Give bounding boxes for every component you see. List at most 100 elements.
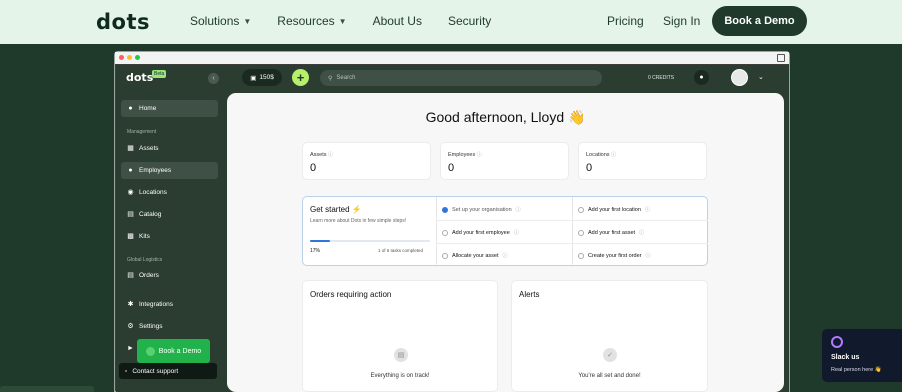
search-icon: ⚲ bbox=[328, 75, 333, 82]
catalog-icon: ▤ bbox=[127, 211, 134, 218]
beta-badge: Beta bbox=[152, 70, 167, 78]
wallet-icon: ▣ bbox=[250, 74, 257, 82]
site-nav: Solutions ▼ Resources ▼ About Us Security bbox=[190, 14, 491, 28]
sidebar-item-settings[interactable]: ⚙ Settings bbox=[121, 318, 218, 335]
stat-card-employees[interactable]: Employees ⓘ 0 bbox=[440, 142, 569, 180]
task-label: Add your first employee bbox=[452, 229, 510, 236]
sidebar-item-home[interactable]: ● Home bbox=[121, 100, 218, 117]
greeting-heading: Good afternoon, Lloyd 👋 bbox=[425, 109, 586, 125]
task-allocate-asset[interactable]: Allocate your asset ⓘ bbox=[442, 252, 507, 259]
sidebar-item-kits[interactable]: ▩ Kits bbox=[121, 228, 218, 245]
site-logo[interactable]: dots bbox=[96, 10, 150, 34]
chevron-down-icon[interactable]: ⌄ bbox=[758, 73, 764, 81]
get-started-title-text: Get started bbox=[310, 205, 350, 214]
slack-logo-icon bbox=[831, 336, 843, 348]
task-add-asset[interactable]: Add your first asset ⓘ bbox=[578, 229, 644, 236]
sidebar-item-integrations[interactable]: ✱ Integrations bbox=[121, 296, 218, 313]
progress-bar bbox=[310, 240, 430, 242]
gear-icon: ⚙ bbox=[127, 323, 134, 330]
check-done-icon bbox=[442, 206, 448, 213]
info-icon: ⓘ bbox=[328, 152, 334, 158]
book-demo-float-label: Book a Demo bbox=[158, 347, 202, 355]
progress-percent: 17% bbox=[310, 248, 321, 254]
search-placeholder: Search bbox=[336, 75, 356, 81]
slack-widget[interactable]: Slack us Real person here 👋 bbox=[822, 329, 902, 382]
check-empty-icon bbox=[442, 229, 448, 236]
home-icon: ● bbox=[128, 105, 133, 112]
stat-card-locations[interactable]: Locations ⓘ 0 bbox=[578, 142, 707, 180]
sidebar-item-employees[interactable]: ● Employees bbox=[121, 162, 218, 179]
sidebar-item-locations[interactable]: ◉ Locations bbox=[121, 184, 218, 201]
contact-support-label: Contact support bbox=[132, 367, 179, 375]
check-circle-icon: ✓ bbox=[603, 348, 617, 362]
task-label: Allocate your asset bbox=[452, 252, 499, 259]
sidebar-item-label: Settings bbox=[139, 323, 163, 330]
check-empty-icon bbox=[578, 229, 584, 236]
pricing-link[interactable]: Pricing bbox=[607, 14, 644, 28]
sidebar-item-label: Orders bbox=[139, 272, 159, 279]
avatar[interactable] bbox=[731, 69, 748, 86]
alerts-card: Alerts ✓ You're all set and done! bbox=[511, 280, 708, 392]
sign-in-link[interactable]: Sign In bbox=[663, 14, 700, 28]
divider bbox=[572, 197, 573, 267]
task-add-employee[interactable]: Add your first employee ⓘ bbox=[442, 229, 519, 236]
sidebar-item-catalog[interactable]: ▤ Catalog bbox=[121, 206, 218, 223]
credits-label[interactable]: 0 CREDITS bbox=[648, 75, 674, 81]
location-pin-icon: ◉ bbox=[127, 189, 134, 196]
user-icon: ● bbox=[128, 167, 133, 174]
sidebar-item-assets[interactable]: ▦ Assets bbox=[121, 140, 218, 157]
contact-support-button[interactable]: ▫ Contact support bbox=[119, 363, 217, 379]
megaphone-icon: ► bbox=[127, 345, 134, 352]
nav-solutions[interactable]: Solutions ▼ bbox=[190, 14, 251, 28]
maximize-dot-icon bbox=[135, 55, 140, 60]
balance-pill[interactable]: ▣ 150$ bbox=[242, 69, 282, 86]
card-message: You're all set and done! bbox=[578, 373, 641, 379]
sidebar-item-label: Home bbox=[139, 105, 157, 112]
divider bbox=[436, 220, 708, 221]
collapse-sidebar-icon[interactable]: ‹ bbox=[208, 73, 219, 84]
search-input[interactable]: ⚲ Search bbox=[320, 70, 602, 86]
task-create-order[interactable]: Create your first order ⓘ bbox=[578, 252, 651, 259]
stat-label-text: Locations bbox=[586, 152, 610, 158]
balance-amount: 150$ bbox=[259, 74, 274, 81]
task-setup-organisation[interactable]: Set up your organisation ⓘ bbox=[442, 206, 521, 213]
kit-icon: ▩ bbox=[127, 233, 134, 240]
nav-security-label: Security bbox=[447, 14, 492, 28]
nav-resources[interactable]: Resources ▼ bbox=[277, 14, 346, 28]
bottom-left-tab bbox=[0, 386, 94, 392]
stat-value: 0 bbox=[448, 162, 455, 174]
info-icon: ⓘ bbox=[645, 253, 651, 259]
check-empty-icon bbox=[442, 252, 448, 259]
info-icon: ⓘ bbox=[476, 152, 482, 158]
nav-about-label: About Us bbox=[372, 14, 422, 28]
task-label: Set up your organisation bbox=[452, 206, 512, 213]
nav-security[interactable]: Security bbox=[448, 14, 491, 28]
task-add-location[interactable]: Add your first location ⓘ bbox=[578, 206, 650, 213]
site-header: dots Solutions ▼ Resources ▼ About Us Secu… bbox=[0, 0, 902, 44]
check-empty-icon bbox=[578, 252, 584, 259]
chevron-down-icon: ▼ bbox=[338, 16, 347, 26]
lightning-icon: ⚡ bbox=[351, 205, 362, 214]
orders-requiring-action-card: Orders requiring action ▤ Everything is … bbox=[302, 280, 498, 392]
book-demo-button[interactable]: Book a Demo bbox=[712, 6, 807, 36]
sidebar-item-label: Catalog bbox=[139, 211, 162, 218]
nav-about-us[interactable]: About Us bbox=[373, 14, 422, 28]
get-started-card: Get started ⚡ Learn more about Dots in f… bbox=[302, 196, 708, 267]
card-message: Everything is on track! bbox=[370, 373, 430, 379]
info-icon: ⓘ bbox=[515, 207, 521, 213]
sidebar-section-global-logistics: Global Logistics bbox=[127, 257, 163, 263]
info-icon: ⓘ bbox=[611, 152, 617, 158]
add-button[interactable]: + bbox=[292, 69, 309, 86]
progress-fill bbox=[310, 240, 331, 242]
browser-titlebar bbox=[115, 52, 789, 64]
slack-subtitle: Real person here 👋 bbox=[831, 367, 882, 373]
task-label: Create your first order bbox=[588, 252, 642, 259]
sidebar-item-orders[interactable]: ▤ Orders bbox=[121, 267, 218, 284]
bell-icon[interactable]: ● bbox=[694, 70, 709, 85]
chevron-down-icon: ▼ bbox=[243, 16, 252, 26]
info-icon: ⓘ bbox=[644, 207, 650, 213]
book-demo-floating-button[interactable]: Book a Demo bbox=[137, 339, 210, 363]
stat-value: 0 bbox=[310, 162, 317, 174]
clipboard-icon: ▤ bbox=[394, 348, 408, 362]
stat-card-assets[interactable]: Assets ⓘ 0 bbox=[302, 142, 431, 180]
